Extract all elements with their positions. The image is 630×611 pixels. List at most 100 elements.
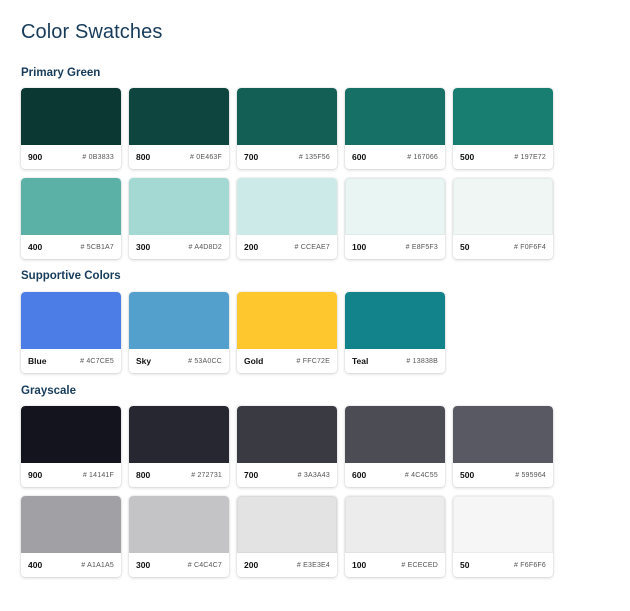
swatch-color-chip [345, 292, 445, 349]
swatch-card[interactable]: 100 # ECECED [345, 496, 445, 577]
swatch-card[interactable]: 50 # F6F6F6 [453, 496, 553, 577]
swatch-name: 100 [352, 560, 367, 570]
swatch-card[interactable]: 400 # A1A1A5 [21, 496, 121, 577]
swatch-name: Teal [352, 356, 369, 366]
swatch-card[interactable]: Gold # FFC72E [237, 292, 337, 373]
swatch-name: Sky [136, 356, 152, 366]
swatch-name: 900 [28, 152, 43, 162]
swatch-color-chip [129, 178, 229, 235]
swatch-name: Blue [28, 356, 47, 366]
swatch-meta: 300 # C4C4C7 [129, 553, 229, 577]
swatch-hex-code: # E3E3E4 [296, 561, 330, 569]
swatch-meta: 300 # A4D8D2 [129, 235, 229, 259]
swatch-card[interactable]: 700 # 135F56 [237, 88, 337, 169]
swatch-hex-code: # F6F6F6 [514, 561, 546, 569]
swatch-hex-code: # A1A1A5 [81, 561, 114, 569]
swatch-meta: 400 # 5CB1A7 [21, 235, 121, 259]
swatch-card[interactable]: Blue # 4C7CE5 [21, 292, 121, 373]
swatch-card[interactable]: 900 # 0B3833 [21, 88, 121, 169]
swatch-card[interactable]: 200 # E3E3E4 [237, 496, 337, 577]
swatch-card[interactable]: 600 # 167066 [345, 88, 445, 169]
swatch-color-chip [129, 292, 229, 349]
swatch-card[interactable]: 400 # 5CB1A7 [21, 178, 121, 259]
swatch-meta: Sky # 53A0CC [129, 349, 229, 373]
swatch-card[interactable]: Sky # 53A0CC [129, 292, 229, 373]
swatch-card[interactable]: 800 # 272731 [129, 406, 229, 487]
swatch-hex-code: # 197E72 [514, 153, 546, 161]
swatch-card[interactable]: 100 # E8F5F3 [345, 178, 445, 259]
swatch-hex-code: # 272731 [191, 471, 222, 479]
swatch-name: 900 [28, 470, 43, 480]
swatch-card[interactable]: 500 # 197E72 [453, 88, 553, 169]
swatch-hex-code: # 4C4C55 [404, 471, 438, 479]
swatch-name: 300 [136, 242, 151, 252]
color-swatches-page: Color Swatches Primary Green 900 # 0B3833… [21, 20, 621, 577]
swatch-meta: 100 # E8F5F3 [345, 235, 445, 259]
swatch-meta: 900 # 14141F [21, 463, 121, 487]
swatch-meta: 900 # 0B3833 [21, 145, 121, 169]
swatch-hex-code: # 595964 [515, 471, 546, 479]
swatch-color-chip [345, 406, 445, 463]
swatch-color-chip [21, 292, 121, 349]
swatch-name: 800 [136, 152, 151, 162]
swatch-name: 200 [244, 242, 259, 252]
swatch-meta: 50 # F6F6F6 [453, 553, 553, 577]
swatch-name: 800 [136, 470, 151, 480]
swatch-card[interactable]: 600 # 4C4C55 [345, 406, 445, 487]
swatch-meta: Blue # 4C7CE5 [21, 349, 121, 373]
swatch-hex-code: # 13838B [406, 357, 438, 365]
swatch-hex-code: # 0E463F [190, 153, 222, 161]
swatch-color-chip [129, 88, 229, 145]
swatch-hex-code: # F0F6F4 [514, 243, 546, 251]
swatch-hex-code: # ECECED [401, 561, 438, 569]
swatch-card[interactable]: 500 # 595964 [453, 406, 553, 487]
swatch-hex-code: # 5CB1A7 [80, 243, 114, 251]
swatch-color-chip [129, 406, 229, 463]
swatch-color-chip [237, 496, 337, 553]
swatch-color-chip [453, 406, 553, 463]
swatch-meta: 800 # 272731 [129, 463, 229, 487]
swatch-card[interactable]: 700 # 3A3A43 [237, 406, 337, 487]
swatch-color-chip [345, 178, 445, 235]
swatch-name: 600 [352, 470, 367, 480]
swatch-color-chip [21, 178, 121, 235]
swatch-card[interactable]: 800 # 0E463F [129, 88, 229, 169]
swatch-grid-supportive-colors: Blue # 4C7CE5 Sky # 53A0CC Gold # FFC72E Teal #… [21, 292, 561, 373]
swatch-meta: Teal # 13838B [345, 349, 445, 373]
swatch-meta: 600 # 4C4C55 [345, 463, 445, 487]
swatch-color-chip [129, 496, 229, 553]
swatch-meta: Gold # FFC72E [237, 349, 337, 373]
swatch-card[interactable]: 900 # 14141F [21, 406, 121, 487]
swatch-name: 50 [460, 560, 470, 570]
page-title: Color Swatches [21, 21, 163, 43]
swatch-color-chip [345, 496, 445, 553]
swatch-name: 200 [244, 560, 259, 570]
swatch-hex-code: # FFC72E [296, 357, 330, 365]
swatch-name: 100 [352, 242, 367, 252]
swatch-card[interactable]: 300 # A4D8D2 [129, 178, 229, 259]
swatch-color-chip [453, 496, 553, 553]
swatch-hex-code: # 53A0CC [188, 357, 222, 365]
swatch-hex-code: # A4D8D2 [188, 243, 222, 251]
swatch-name: 50 [460, 242, 470, 252]
swatch-hex-code: # C4C4C7 [187, 561, 222, 569]
swatch-grid-grayscale: 900 # 14141F 800 # 272731 700 # 3A3A43 600 # 4C… [21, 406, 561, 577]
swatch-meta: 400 # A1A1A5 [21, 553, 121, 577]
swatch-meta: 200 # E3E3E4 [237, 553, 337, 577]
swatch-name: 700 [244, 152, 259, 162]
swatch-color-chip [21, 496, 121, 553]
swatch-meta: 100 # ECECED [345, 553, 445, 577]
swatch-grid-primary-green: 900 # 0B3833 800 # 0E463F 700 # 135F56 600 # 16… [21, 88, 561, 259]
swatch-name: 500 [460, 152, 475, 162]
swatch-color-chip [21, 406, 121, 463]
swatch-color-chip [237, 178, 337, 235]
swatch-color-chip [345, 88, 445, 145]
swatch-card[interactable]: Teal # 13838B [345, 292, 445, 373]
swatch-color-chip [237, 88, 337, 145]
swatch-card[interactable]: 300 # C4C4C7 [129, 496, 229, 577]
swatch-hex-code: # 0B3833 [82, 153, 114, 161]
swatch-card[interactable]: 50 # F0F6F4 [453, 178, 553, 259]
swatch-card[interactable]: 200 # CCEAE7 [237, 178, 337, 259]
swatch-hex-code: # 14141F [82, 471, 114, 479]
swatch-hex-code: # 3A3A43 [297, 471, 330, 479]
